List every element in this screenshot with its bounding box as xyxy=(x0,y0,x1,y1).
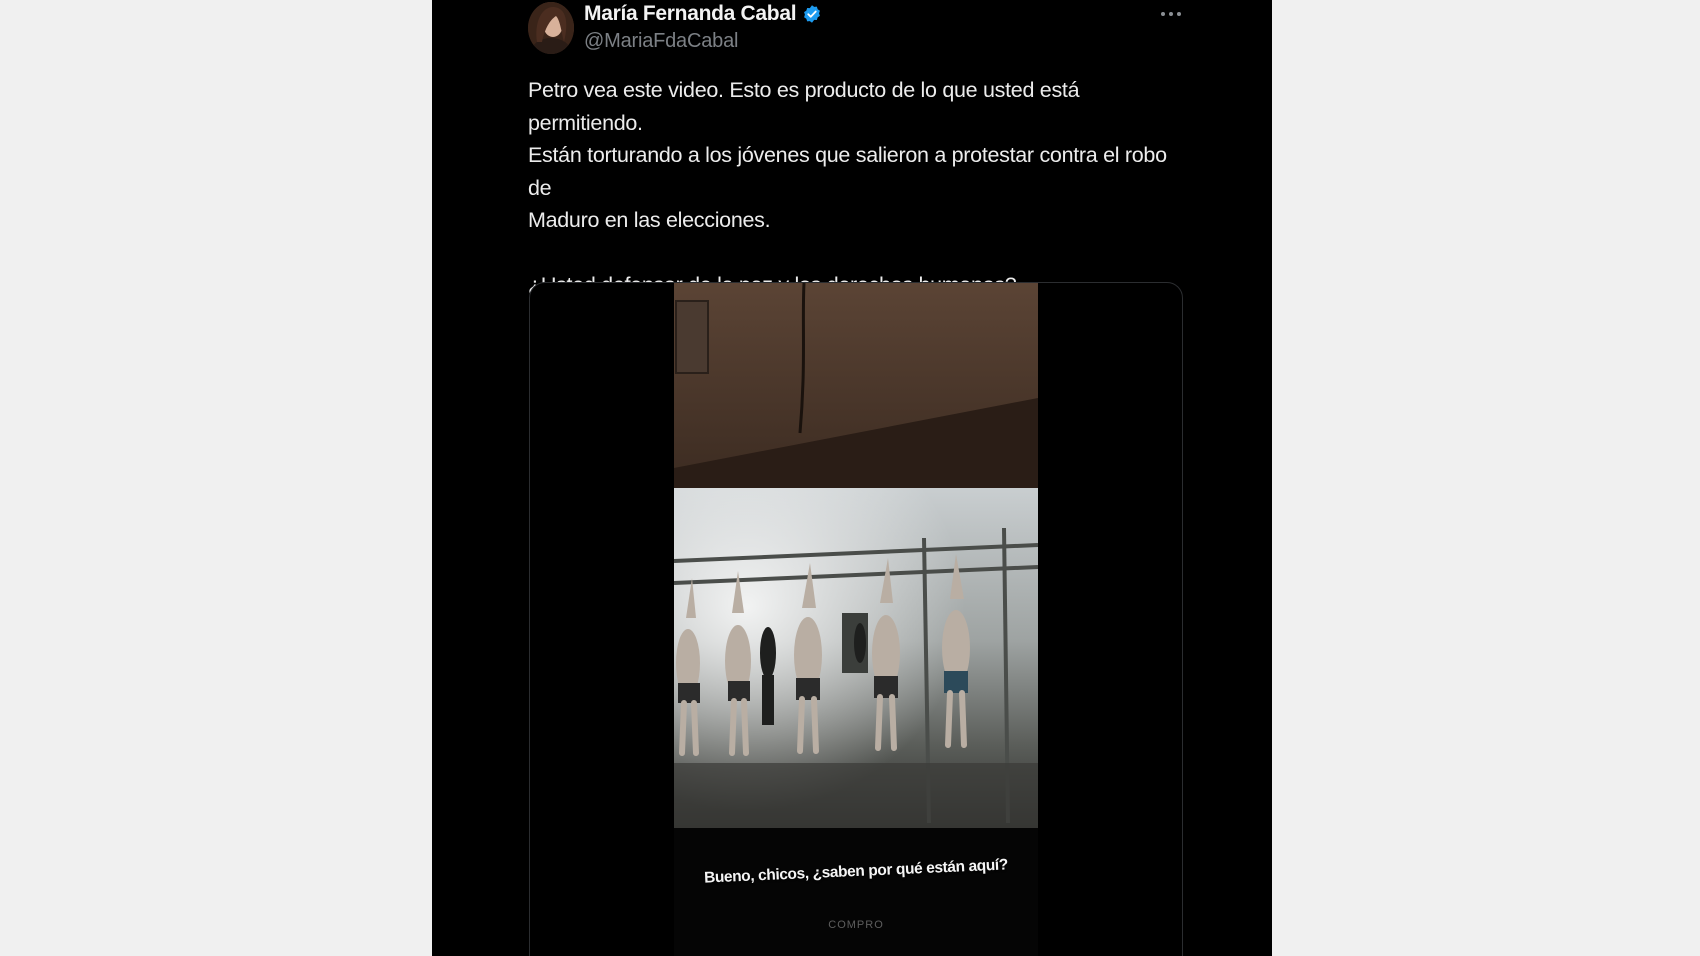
verified-badge-icon xyxy=(804,5,821,23)
avatar-image xyxy=(528,2,574,54)
more-horizontal-icon[interactable] xyxy=(1158,2,1184,26)
more-dots-icon xyxy=(1161,12,1181,16)
author-name[interactable]: María Fernanda Cabal xyxy=(584,2,797,26)
tweet-media[interactable]: Bueno, chicos, ¿saben por qué están aquí… xyxy=(529,282,1183,956)
tweet-paragraph-1: Petro vea este video. Esto es producto d… xyxy=(528,78,1167,232)
tweet-text: Petro vea este video. Esto es producto d… xyxy=(528,74,1188,301)
author-avatar[interactable] xyxy=(528,2,574,54)
author-name-row[interactable]: María Fernanda Cabal xyxy=(584,2,822,26)
video-watermark: COMPRO xyxy=(828,919,884,931)
page-background: María Fernanda Cabal @MariaFdaCabal Petr… xyxy=(0,0,1700,956)
video-frame-image xyxy=(674,283,1038,956)
video-player[interactable]: Bueno, chicos, ¿saben por qué están aquí… xyxy=(674,283,1038,956)
author-handle[interactable]: @MariaFdaCabal xyxy=(584,30,822,53)
author-block: María Fernanda Cabal @MariaFdaCabal xyxy=(584,2,822,53)
tweet-card[interactable]: María Fernanda Cabal @MariaFdaCabal Petr… xyxy=(432,0,1272,956)
